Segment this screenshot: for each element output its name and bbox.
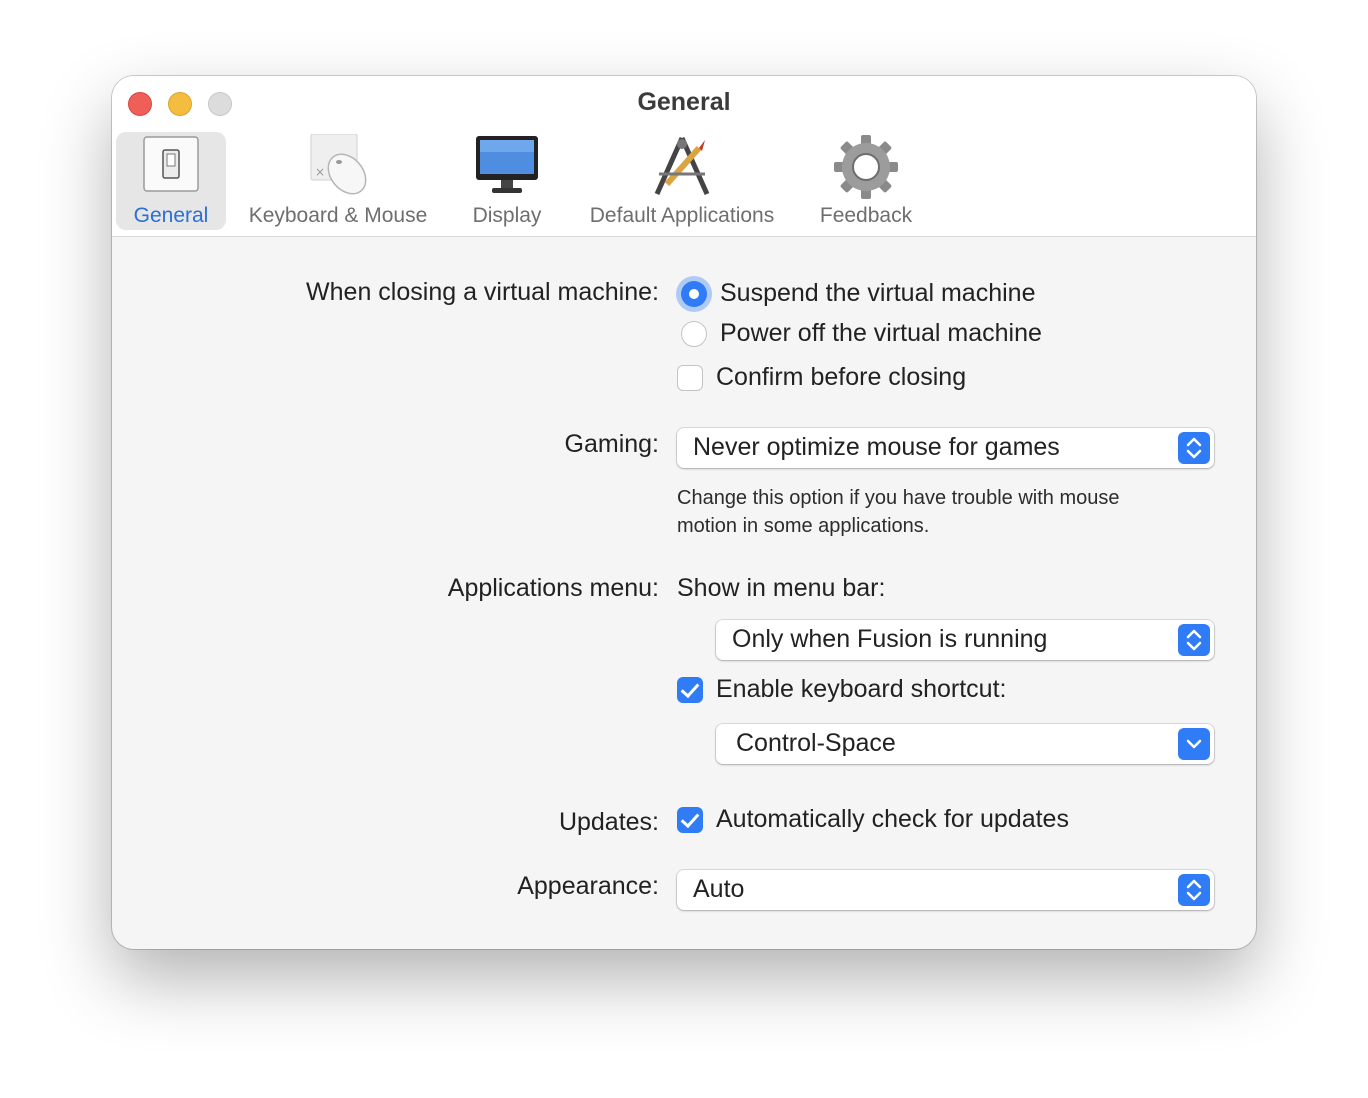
appearance-value: Auto [693,875,745,903]
up-down-chevron-icon [1178,874,1210,906]
confirm-before-closing-label: Confirm before closing [716,363,967,391]
tab-feedback[interactable]: Feedback [810,132,922,230]
tab-default-applications[interactable]: Default Applications [572,132,792,230]
auto-check-updates-label: Automatically check for updates [716,805,1069,833]
show-in-menu-bar-popup[interactable]: Only when Fusion is running [716,620,1214,660]
enable-keyboard-shortcut-checkbox[interactable] [677,677,703,703]
up-down-chevron-icon [1178,624,1210,656]
monitor-icon [476,136,538,193]
gaming-hint-line2: motion in some applications. [677,515,930,537]
applications-menu-label: Applications menu: [447,574,659,602]
keyboard-shortcut-value: Control-Space [736,729,896,757]
preferences-window: General General × Keyboard & Mouse Displ… [112,76,1256,949]
gaming-popup-value: Never optimize mouse for games [693,433,1060,461]
window-title: General [637,88,731,116]
updates-label: Updates: [558,808,659,836]
show-in-menu-bar-label: Show in menu bar: [677,574,886,602]
tab-keyboard-mouse[interactable]: × Keyboard & Mouse [236,132,440,230]
chevron-down-icon [1178,728,1210,760]
tab-display-label: Display [472,204,542,227]
mouse-icon: × [310,134,367,195]
gaming-popup[interactable]: Never optimize mouse for games [677,428,1214,468]
auto-check-updates-checkbox[interactable] [677,807,703,833]
appearance-popup[interactable]: Auto [677,870,1214,910]
power-off-radio[interactable] [681,321,707,347]
closing-label: When closing a virtual machine: [306,278,659,306]
svg-text:×: × [315,165,325,179]
tab-feedback-label: Feedback [819,204,913,227]
confirm-before-closing-checkbox[interactable] [677,365,703,391]
tab-default-applications-label: Default Applications [589,204,775,227]
gear-icon [834,135,898,199]
switch-icon [143,136,199,192]
suspend-radio[interactable] [681,281,707,307]
show-in-menu-bar-value: Only when Fusion is running [732,625,1048,653]
tab-keyboard-mouse-label: Keyboard & Mouse [248,204,428,227]
suspend-radio-label: Suspend the virtual machine [720,279,1036,307]
power-off-radio-label: Power off the virtual machine [720,319,1042,347]
gaming-label: Gaming: [564,430,659,458]
up-down-chevron-icon [1178,432,1210,464]
gaming-hint-line1: Change this option if you have trouble w… [677,487,1120,509]
title-bar: General General × Keyboard & Mouse Displ… [112,76,1256,237]
enable-keyboard-shortcut-label: Enable keyboard shortcut: [716,675,1007,703]
tab-general[interactable]: General [116,132,226,230]
tab-display[interactable]: Display [458,132,556,230]
keyboard-shortcut-popup[interactable]: Control-Space [716,724,1214,764]
app-tools-icon [654,136,710,196]
tab-general-label: General [133,204,209,227]
appearance-label: Appearance: [517,872,659,900]
